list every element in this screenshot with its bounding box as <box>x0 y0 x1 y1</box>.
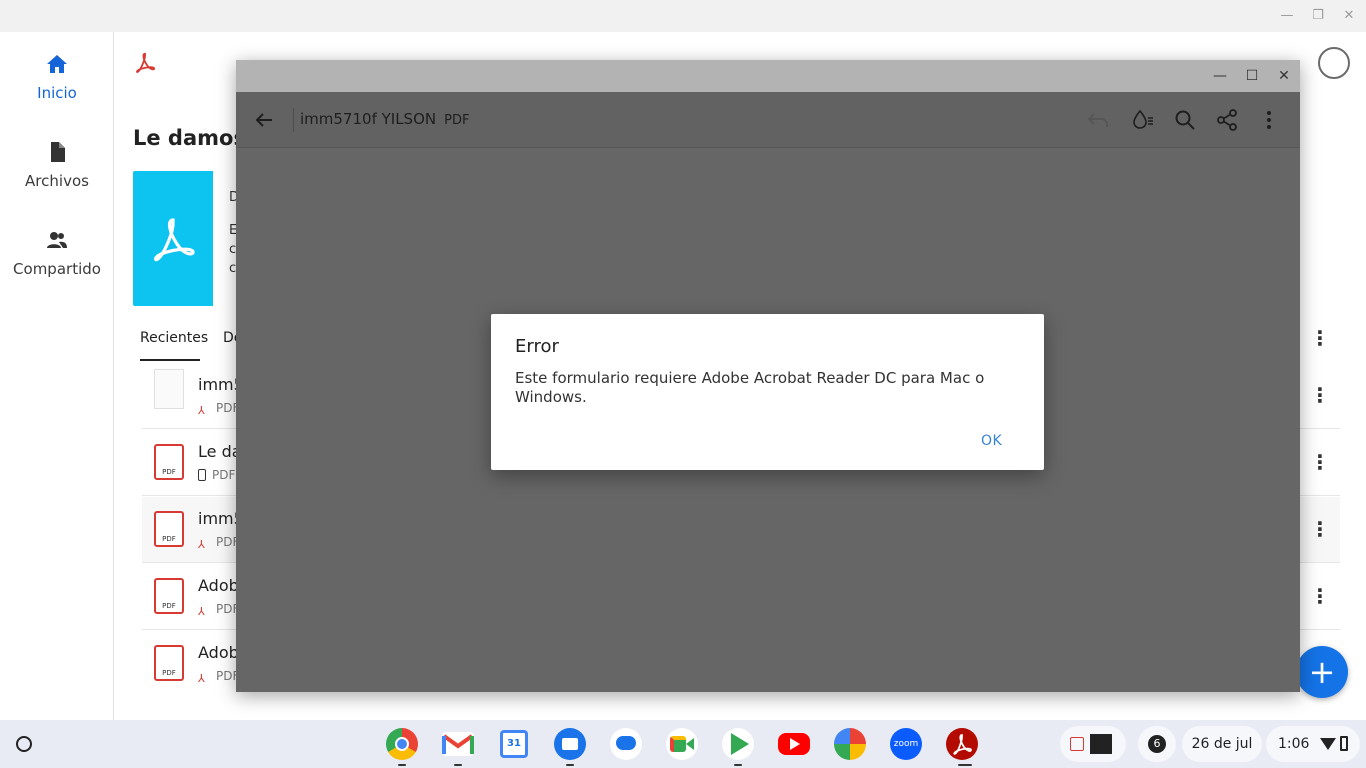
document-thumbnail <box>154 369 184 409</box>
ok-button[interactable]: OK <box>981 433 1002 449</box>
tab-indicator <box>140 359 200 361</box>
back-arrow-icon[interactable] <box>252 108 276 132</box>
people-icon <box>47 232 67 248</box>
youtube-icon[interactable] <box>778 733 810 755</box>
date-tray[interactable]: 26 de jul <box>1182 726 1262 762</box>
avatar[interactable] <box>1318 47 1350 79</box>
outer-titlebar: — ❐ ✕ <box>0 0 1366 32</box>
acrobat-mini-icon: ⅄ <box>198 672 205 685</box>
nav-label: Inicio <box>37 84 77 102</box>
pdf-file-icon: PDF <box>154 511 184 547</box>
play-store-icon[interactable] <box>722 728 754 760</box>
close-icon[interactable]: ✕ <box>1274 66 1294 86</box>
page-title: Le damos <box>133 126 246 150</box>
document-title: imm5710f YILSON PDF <box>300 110 470 128</box>
nav-label: Compartido <box>13 260 101 278</box>
dialog-message: Este formulario requiere Adobe Acrobat R… <box>515 369 985 406</box>
meet-icon[interactable] <box>666 728 698 760</box>
document-type: PDF <box>444 113 470 128</box>
zoom-icon[interactable]: zoom <box>890 728 922 760</box>
clock: 1:06 <box>1278 736 1310 752</box>
launcher-icon[interactable] <box>16 736 32 752</box>
add-button[interactable]: + <box>1296 646 1348 698</box>
running-indicator <box>734 764 742 766</box>
files-icon[interactable] <box>554 728 586 760</box>
more-options-icon[interactable]: ⋮ <box>1308 385 1332 405</box>
acrobat-mini-icon: ⅄ <box>198 605 205 618</box>
minimize-icon[interactable]: — <box>1210 66 1230 86</box>
more-options-icon[interactable]: ⋮ <box>1308 328 1332 348</box>
pdf-thumb-icon <box>1070 737 1084 751</box>
share-icon[interactable] <box>1215 108 1239 132</box>
gmail-icon[interactable] <box>442 732 474 756</box>
calendar-icon[interactable]: 31 <box>500 730 528 758</box>
home-icon <box>47 55 67 73</box>
nav-label: Archivos <box>25 172 89 190</box>
tab-recientes[interactable]: Recientes <box>140 330 208 346</box>
more-options-icon[interactable]: ⋮ <box>1308 452 1332 472</box>
dialog-title: Error <box>515 336 559 357</box>
list-item-sub: ⅄ PDF <box>198 535 240 551</box>
notification-badge[interactable]: 6 <box>1138 726 1176 762</box>
pdf-file-icon: PDF <box>154 645 184 681</box>
acrobat-logo-icon <box>136 52 156 73</box>
nav-item-compartido[interactable]: Compartido <box>0 228 114 278</box>
battery-icon <box>1340 736 1348 751</box>
viewer-titlebar: — ☐ ✕ <box>236 60 1300 92</box>
toolbar-divider <box>293 108 294 132</box>
running-indicator <box>398 764 406 766</box>
running-indicator <box>958 764 972 766</box>
error-dialog: Error Este formulario requiere Adobe Acr… <box>491 314 1044 470</box>
nav-item-inicio[interactable]: Inicio <box>0 52 114 102</box>
list-item-sub: ⅄ PDF <box>198 669 240 685</box>
shelf: 31 zoom 6 26 de jul 1:06 <box>0 720 1366 768</box>
screenshot-thumb-icon <box>1090 734 1112 754</box>
more-options-icon[interactable]: ⋮ <box>1308 519 1332 539</box>
acrobat-mini-icon: ⅄ <box>198 404 205 417</box>
holding-space[interactable] <box>1060 726 1126 762</box>
pdf-file-icon: PDF <box>154 578 184 614</box>
maximize-icon[interactable]: ☐ <box>1242 66 1262 86</box>
file-icon <box>51 142 65 162</box>
list-item-sub: ⅄ PDF <box>198 401 240 417</box>
close-icon[interactable]: ✕ <box>1339 6 1359 26</box>
acrobat-mini-icon: ⅄ <box>198 538 205 551</box>
list-item-sub: PDF <box>198 468 235 482</box>
left-nav: Inicio Archivos Compartido <box>0 32 114 720</box>
list-item-title: Le da <box>198 442 242 461</box>
nav-item-archivos[interactable]: Archivos <box>0 140 114 190</box>
pdf-file-icon: PDF <box>154 444 184 480</box>
viewer-toolbar: imm5710f YILSON PDF <box>236 92 1300 148</box>
chrome-icon[interactable] <box>386 728 418 760</box>
undo-icon[interactable] <box>1086 108 1110 132</box>
list-item-sub: ⅄ PDF <box>198 602 240 618</box>
ink-drop-icon[interactable] <box>1131 108 1155 132</box>
search-icon[interactable] <box>1173 108 1197 132</box>
restore-icon[interactable]: ❐ <box>1308 6 1328 26</box>
messages-icon[interactable] <box>610 728 642 760</box>
running-indicator <box>454 764 462 766</box>
hero-card[interactable] <box>133 171 213 306</box>
more-options-icon[interactable] <box>1257 108 1281 132</box>
device-icon <box>198 469 206 481</box>
photos-icon[interactable] <box>834 728 866 760</box>
running-indicator <box>566 764 574 766</box>
wifi-icon <box>1320 738 1336 750</box>
acrobat-logo-icon <box>153 218 195 262</box>
minimize-icon[interactable]: — <box>1277 6 1297 26</box>
acrobat-icon[interactable] <box>946 728 978 760</box>
status-tray[interactable]: 1:06 <box>1266 726 1360 762</box>
more-options-icon[interactable]: ⋮ <box>1308 586 1332 606</box>
